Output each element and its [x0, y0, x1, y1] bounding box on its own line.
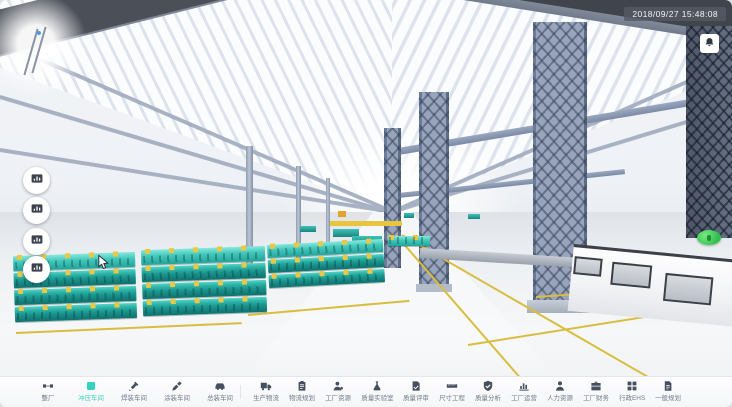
tab-painting-workshop[interactable]: 涂装车间	[163, 380, 191, 403]
module-logistics-planning[interactable]: 物流规划	[288, 380, 316, 403]
chart-icon	[518, 380, 530, 392]
car-icon	[214, 380, 226, 392]
cable-hook-light	[37, 31, 41, 35]
distant-machine	[468, 214, 480, 219]
document-icon	[662, 380, 674, 392]
wall-window	[610, 262, 652, 289]
factory-icon	[42, 380, 54, 392]
briefcase-icon	[590, 380, 602, 392]
module-label: 生产物流	[253, 393, 279, 402]
yellow-hoist	[338, 211, 346, 217]
module-label: 一般规划	[655, 393, 681, 402]
dashboard-icon	[30, 172, 44, 190]
flask-icon	[371, 380, 383, 392]
shield-icon	[482, 380, 494, 392]
dashboard-panel-button-4[interactable]	[23, 256, 50, 283]
module-production-logistics[interactable]: 生产物流	[252, 380, 280, 403]
tab-assembly-workshop[interactable]: 总装车间	[206, 380, 234, 403]
digital-twin-app-window: 2018/09/27 15:48:08 整厂 冲压车间 焊装车间	[0, 0, 732, 407]
module-label: 工厂财务	[583, 393, 609, 402]
workshop-tabs: 整厂 冲压车间 焊装车间 涂装车间 总装车间	[34, 380, 234, 403]
person-icon	[554, 380, 566, 392]
module-general-planning[interactable]: 一般规划	[654, 380, 682, 403]
tab-whole-factory[interactable]: 整厂	[34, 380, 62, 403]
module-label: 工厂运营	[511, 393, 537, 402]
tab-label: 整厂	[42, 393, 55, 402]
module-menu: 生产物流 物流规划 工厂资源 质量实验室 质量评审 尺寸工程	[252, 380, 682, 403]
conveyor-machine	[300, 226, 316, 232]
module-dimension-engineering[interactable]: 尺寸工程	[438, 380, 466, 403]
clipboard-icon	[296, 380, 308, 392]
yellow-crane-beam	[330, 221, 402, 226]
doc-check-icon	[410, 380, 422, 392]
die-stack-cluster[interactable]	[267, 239, 385, 288]
dashboard-panel-button-3[interactable]	[23, 228, 50, 255]
die-stack-cluster[interactable]	[388, 236, 430, 246]
main-3d-viewport[interactable]	[0, 0, 732, 377]
module-quality-lab[interactable]: 质量实验室	[360, 380, 395, 403]
module-factory-resources[interactable]: 工厂资源	[324, 380, 352, 403]
dashboard-icon	[30, 233, 44, 251]
mouse-cursor	[96, 254, 111, 270]
welding-icon	[128, 380, 140, 392]
module-label: 工厂资源	[325, 393, 351, 402]
module-quality-analysis[interactable]: 质量分析	[474, 380, 502, 403]
wall-window	[663, 273, 713, 305]
tab-label: 总装车间	[207, 393, 233, 402]
ruler-icon	[446, 380, 458, 392]
module-admin-ehs[interactable]: 行政EHS	[618, 380, 646, 403]
tab-label: 焊装车间	[121, 393, 147, 402]
module-label: 行政EHS	[619, 393, 645, 402]
module-human-resources[interactable]: 人力资源	[546, 380, 574, 403]
tab-label: 涂装车间	[164, 393, 190, 402]
wall-window	[573, 256, 603, 277]
module-label: 尺寸工程	[439, 393, 465, 402]
toolbar-divider	[240, 385, 241, 399]
bell-icon	[704, 35, 715, 53]
tab-stamping-workshop[interactable]: 冲压车间	[77, 380, 105, 403]
module-quality-review[interactable]: 质量评审	[402, 380, 430, 403]
distant-machine	[404, 213, 414, 218]
person-gear-icon	[332, 380, 344, 392]
module-label: 质量实验室	[361, 393, 393, 402]
tab-welding-workshop[interactable]: 焊装车间	[120, 380, 148, 403]
die-stack-cluster[interactable]	[141, 246, 267, 316]
truck-icon	[260, 380, 272, 392]
notifications-button[interactable]	[700, 34, 719, 53]
bottom-toolbar: 整厂 冲压车间 焊装车间 涂装车间 总装车间 生产物流	[0, 376, 732, 407]
status-marker-green[interactable]	[697, 230, 721, 245]
stamping-icon	[85, 380, 97, 392]
dashboard-icon	[30, 202, 44, 220]
die-slab	[388, 236, 430, 246]
module-factory-finance[interactable]: 工厂财务	[582, 380, 610, 403]
module-label: 质量分析	[475, 393, 501, 402]
lattice-column-far	[384, 128, 401, 268]
clock-badge: 2018/09/27 15:48:08	[624, 7, 726, 21]
module-label: 质量评审	[404, 393, 430, 402]
dashboard-panel-button-2[interactable]	[23, 197, 50, 224]
dashboard-panel-button-1[interactable]	[23, 167, 50, 194]
grid-icon	[626, 380, 638, 392]
ceiling-light-glow	[0, 0, 88, 96]
module-label: 人力资源	[547, 393, 573, 402]
module-factory-operations[interactable]: 工厂运营	[510, 380, 538, 403]
dashboard-icon	[30, 261, 44, 279]
painting-icon	[171, 380, 183, 392]
module-label: 物流规划	[289, 393, 315, 402]
lattice-column-right-edge	[686, 26, 732, 238]
tab-label: 冲压车间	[78, 393, 104, 402]
